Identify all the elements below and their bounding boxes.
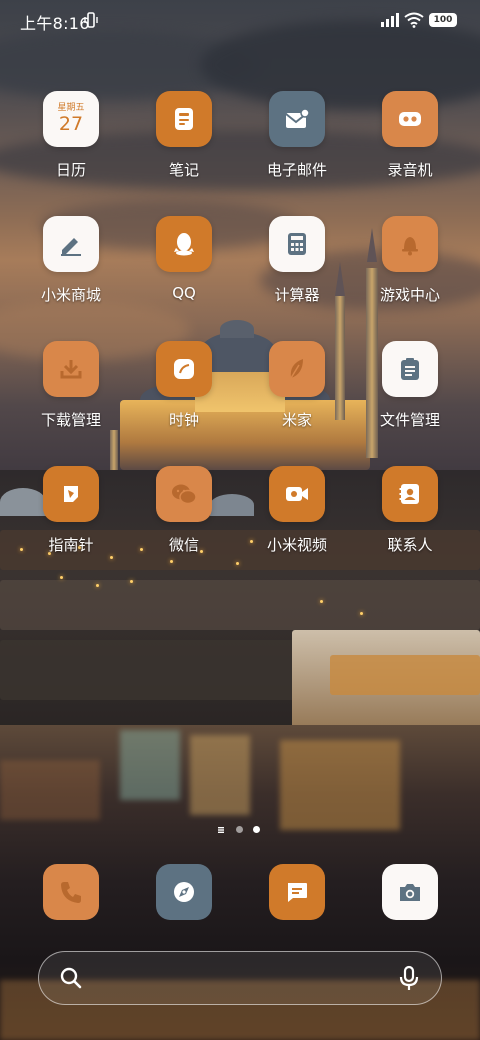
page-indicator[interactable] xyxy=(218,825,268,835)
app-label: 日历 xyxy=(55,161,86,179)
wifi-icon xyxy=(404,12,424,28)
messages-icon xyxy=(288,883,307,902)
compass-icon xyxy=(43,466,99,522)
app-label: 联系人 xyxy=(387,536,433,554)
app-file-manager[interactable]: 文件管理 xyxy=(354,341,466,430)
app-label: 游戏中心 xyxy=(379,286,440,304)
app-label: 笔记 xyxy=(168,161,199,179)
calendar-weekday: 星期五 xyxy=(57,103,85,113)
mijia-icon xyxy=(269,341,325,397)
app-label: 电子邮件 xyxy=(266,161,327,179)
app-calculator[interactable]: 计算器 xyxy=(241,216,353,305)
app-game-center[interactable]: 游戏中心 xyxy=(354,216,466,305)
app-label: 米家 xyxy=(281,411,312,429)
app-label: 计算器 xyxy=(274,286,320,304)
battery-icon: 100 xyxy=(429,13,457,27)
dock-phone[interactable] xyxy=(43,864,99,920)
app-notes[interactable]: 笔记 xyxy=(128,91,240,180)
app-downloads[interactable]: 下载管理 xyxy=(15,341,127,430)
app-mi-video[interactable]: 小米视频 xyxy=(241,466,353,555)
status-time: 上午8:16 xyxy=(20,14,90,33)
search-icon[interactable] xyxy=(59,966,83,990)
menu-lines-icon xyxy=(218,827,224,833)
app-email[interactable]: 电子邮件 xyxy=(241,91,353,180)
app-compass[interactable]: 指南针 xyxy=(15,466,127,555)
app-label: 下载管理 xyxy=(40,411,101,429)
notes-icon xyxy=(156,91,212,147)
dock-camera[interactable] xyxy=(382,864,438,920)
app-label: 微信 xyxy=(168,536,199,554)
page-dot-active[interactable] xyxy=(253,826,260,833)
calendar-icon: 星期五 27 xyxy=(43,91,99,147)
vibrate-icon xyxy=(84,12,98,28)
app-label: 文件管理 xyxy=(379,411,440,429)
app-label: QQ xyxy=(172,284,196,302)
app-qq[interactable]: QQ xyxy=(128,216,240,302)
app-label: 录音机 xyxy=(387,161,433,179)
signal-icon xyxy=(381,13,399,27)
app-recorder[interactable]: 录音机 xyxy=(354,91,466,180)
app-clock[interactable]: 时钟 xyxy=(128,341,240,430)
app-label: 时钟 xyxy=(168,411,199,429)
app-mi-store[interactable]: 小米商城 xyxy=(15,216,127,305)
app-label: 小米商城 xyxy=(40,286,101,304)
calculator-icon xyxy=(269,216,325,272)
app-mijia[interactable]: 米家 xyxy=(241,341,353,430)
dock-messages[interactable] xyxy=(269,864,325,920)
page-dot[interactable] xyxy=(236,826,243,833)
video-icon xyxy=(269,466,325,522)
recorder-icon xyxy=(382,91,438,147)
download-icon xyxy=(43,341,99,397)
microphone-icon[interactable] xyxy=(397,965,421,991)
game-center-icon xyxy=(382,216,438,272)
phone-icon xyxy=(61,882,81,903)
dock-browser[interactable] xyxy=(156,864,212,920)
qq-icon xyxy=(156,216,212,272)
app-label: 小米视频 xyxy=(266,536,327,554)
email-icon xyxy=(269,91,325,147)
contacts-icon xyxy=(382,466,438,522)
clock-icon xyxy=(156,341,212,397)
search-bar[interactable] xyxy=(38,951,442,1005)
store-icon xyxy=(43,216,99,272)
app-wechat[interactable]: 微信 xyxy=(128,466,240,555)
file-manager-icon xyxy=(382,341,438,397)
camera-icon xyxy=(400,884,420,901)
calendar-date: 27 xyxy=(58,113,84,135)
app-label: 指南针 xyxy=(48,536,94,554)
app-contacts[interactable]: 联系人 xyxy=(354,466,466,555)
wechat-icon xyxy=(156,466,212,522)
status-bar: 上午8:16 100 xyxy=(0,0,480,40)
app-calendar[interactable]: 星期五 27 日历 xyxy=(15,91,127,180)
browser-icon xyxy=(174,882,194,902)
